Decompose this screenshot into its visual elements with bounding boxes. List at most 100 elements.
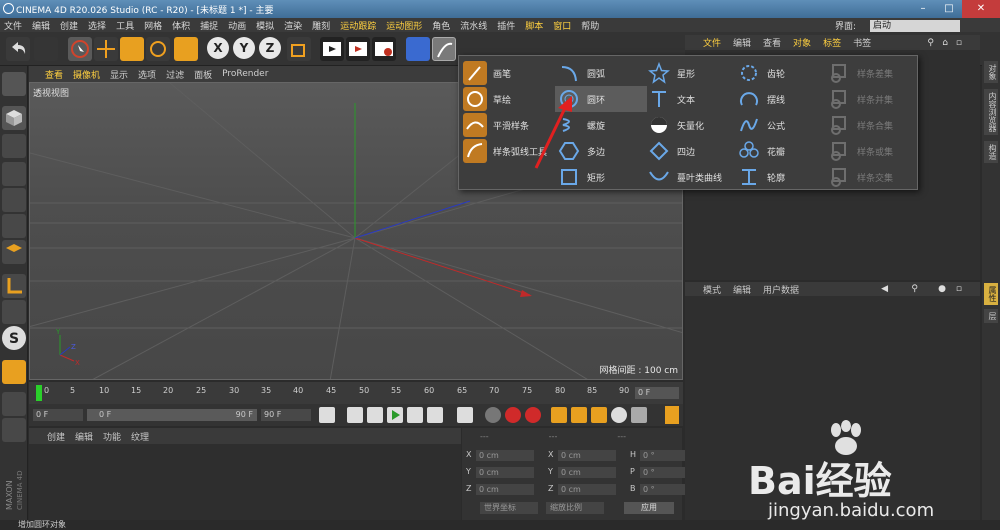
workplane-icon[interactable] bbox=[2, 162, 26, 186]
palette-item-profile[interactable]: 轮廓 bbox=[735, 164, 827, 190]
material-menu-texture[interactable]: 纹理 bbox=[131, 430, 149, 443]
palette-item-arc[interactable]: 圆弧 bbox=[555, 60, 647, 86]
prev-frame-icon[interactable] bbox=[367, 407, 383, 423]
redo-icon[interactable] bbox=[34, 37, 58, 61]
menu-plugins[interactable]: 插件 bbox=[497, 19, 515, 32]
size-z-field[interactable]: 0 cm bbox=[558, 484, 616, 495]
scale-icon[interactable] bbox=[120, 37, 144, 61]
menu-window[interactable]: 窗口 bbox=[553, 19, 571, 32]
viewport-menu-display[interactable]: 显示 bbox=[110, 68, 128, 81]
position-z-field[interactable]: 0 cm bbox=[476, 484, 534, 495]
keyframe-selection-icon[interactable] bbox=[525, 407, 541, 423]
palette-item-spline-union[interactable]: 样条并集 bbox=[825, 86, 917, 112]
new-window-icon[interactable]: ▫ bbox=[956, 38, 962, 48]
back-arrow-icon[interactable]: ◀ bbox=[881, 284, 888, 294]
palette-item-cog[interactable]: 齿轮 bbox=[735, 60, 827, 86]
point-level-key-icon[interactable] bbox=[631, 407, 647, 423]
coordinate-mode-select[interactable]: 世界坐标 bbox=[480, 502, 538, 514]
edges-mode-icon[interactable] bbox=[2, 214, 26, 238]
rotation-p-field[interactable]: 0 ° bbox=[640, 467, 688, 478]
object-menu-tags[interactable]: 标签 bbox=[823, 36, 841, 49]
size-y-field[interactable]: 0 cm bbox=[558, 467, 616, 478]
palette-item-spline-or[interactable]: 样条或集 bbox=[825, 138, 917, 164]
tab-attributes[interactable]: 属性 bbox=[984, 283, 998, 305]
menu-select[interactable]: 选择 bbox=[88, 19, 106, 32]
object-menu-view[interactable]: 查看 bbox=[763, 36, 781, 49]
tab-layers[interactable]: 层 bbox=[984, 309, 998, 323]
material-menu-function[interactable]: 功能 bbox=[103, 430, 121, 443]
search-icon[interactable]: ⚲ bbox=[927, 38, 934, 48]
palette-item-spline-subtract[interactable]: 样条差集 bbox=[825, 60, 917, 86]
timeline-ruler[interactable]: 0 5 10 15 20 25 30 35 40 45 50 55 60 65 … bbox=[29, 382, 683, 404]
search-icon[interactable]: ⚲ bbox=[911, 284, 918, 294]
menu-mograph[interactable]: 运动图形 bbox=[386, 19, 422, 32]
palette-item-cycloid[interactable]: 摆线 bbox=[735, 86, 827, 112]
palette-item-pen[interactable]: 画笔 bbox=[461, 60, 553, 86]
cube-object-icon[interactable] bbox=[406, 37, 430, 61]
record-keys-icon[interactable] bbox=[485, 407, 501, 423]
material-menu-create[interactable]: 创建 bbox=[47, 430, 65, 443]
new-window-icon[interactable]: ▫ bbox=[956, 284, 962, 294]
object-menu-bookmarks[interactable]: 书签 bbox=[853, 36, 871, 49]
spline-pen-icon[interactable] bbox=[432, 37, 456, 61]
object-menu-objects[interactable]: 对象 bbox=[793, 36, 811, 49]
render-settings-icon[interactable] bbox=[372, 37, 396, 61]
menu-snap[interactable]: 捕捉 bbox=[200, 19, 218, 32]
prev-key-icon[interactable] bbox=[347, 407, 363, 423]
menu-sculpt[interactable]: 雕刻 bbox=[312, 19, 330, 32]
palette-item-cissoid[interactable]: 蔓叶类曲线 bbox=[645, 164, 737, 190]
menu-animate[interactable]: 动画 bbox=[228, 19, 246, 32]
axis-mode-icon[interactable] bbox=[2, 274, 26, 298]
goto-end-icon[interactable] bbox=[457, 407, 473, 423]
menu-simulate[interactable]: 模拟 bbox=[256, 19, 274, 32]
auto-key-icon[interactable] bbox=[505, 407, 521, 423]
next-frame-icon[interactable] bbox=[407, 407, 423, 423]
viewport-menu-options[interactable]: 选项 bbox=[138, 68, 156, 81]
scale-mode-select[interactable]: 缩放比例 bbox=[546, 502, 604, 514]
menu-help[interactable]: 帮助 bbox=[581, 19, 599, 32]
menu-motion-tracking[interactable]: 运动跟踪 bbox=[340, 19, 376, 32]
solo-mode-icon[interactable]: S bbox=[2, 326, 26, 350]
viewport-menu-filter[interactable]: 过滤 bbox=[166, 68, 184, 81]
palette-item-spline-and[interactable]: 样条合集 bbox=[825, 112, 917, 138]
end-frame-field[interactable]: 90 F bbox=[261, 409, 311, 421]
z-axis-lock-icon[interactable]: Z bbox=[259, 37, 281, 59]
goto-start-icon[interactable] bbox=[319, 407, 335, 423]
tab-structure[interactable]: 构造 bbox=[984, 141, 998, 163]
viewport-menu-view[interactable]: 查看 bbox=[45, 68, 63, 81]
tab-objects[interactable]: 对象 bbox=[984, 61, 998, 83]
palette-item-spline-intersect[interactable]: 样条交集 bbox=[825, 164, 917, 190]
y-axis-lock-icon[interactable]: Y bbox=[233, 37, 255, 59]
next-key-icon[interactable] bbox=[427, 407, 443, 423]
tweak-mode-icon[interactable] bbox=[2, 300, 26, 324]
play-icon[interactable] bbox=[387, 407, 403, 423]
object-menu-file[interactable]: 文件 bbox=[703, 36, 721, 49]
palette-item-flower[interactable]: 花瓣 bbox=[735, 138, 827, 164]
menu-script[interactable]: 脚本 bbox=[525, 19, 543, 32]
render-to-picture-viewer-icon[interactable] bbox=[346, 37, 370, 61]
material-menu-edit[interactable]: 编辑 bbox=[75, 430, 93, 443]
recent-tools-icon[interactable] bbox=[174, 37, 198, 61]
workplane-lock-icon[interactable] bbox=[2, 392, 26, 416]
render-view-icon[interactable] bbox=[320, 37, 344, 61]
parameter-key-icon[interactable] bbox=[611, 407, 627, 423]
menu-pipeline[interactable]: 流水线 bbox=[460, 19, 487, 32]
snap-magnet-icon[interactable] bbox=[2, 360, 26, 384]
scale-key-icon[interactable] bbox=[571, 407, 587, 423]
position-x-field[interactable]: 0 cm bbox=[476, 450, 534, 461]
rotation-h-field[interactable]: 0 ° bbox=[640, 450, 688, 461]
object-mode-icon[interactable] bbox=[2, 106, 26, 130]
model-mode-icon[interactable] bbox=[2, 72, 26, 96]
attr-menu-userdata[interactable]: 用户数据 bbox=[763, 283, 799, 296]
viewport-menu-prorender[interactable]: ProRender bbox=[222, 69, 268, 79]
start-frame-field[interactable]: 0 F bbox=[33, 409, 83, 421]
timeline-window-icon[interactable] bbox=[665, 406, 679, 424]
palette-item-text[interactable]: 文本 bbox=[645, 86, 737, 112]
undo-icon[interactable] bbox=[6, 37, 30, 61]
menu-volume[interactable]: 体积 bbox=[172, 19, 190, 32]
menu-file[interactable]: 文件 bbox=[4, 19, 22, 32]
apply-button[interactable]: 应用 bbox=[624, 502, 674, 514]
texture-mode-icon[interactable] bbox=[2, 134, 26, 158]
size-x-field[interactable]: 0 cm bbox=[558, 450, 616, 461]
rotation-b-field[interactable]: 0 ° bbox=[640, 484, 688, 495]
